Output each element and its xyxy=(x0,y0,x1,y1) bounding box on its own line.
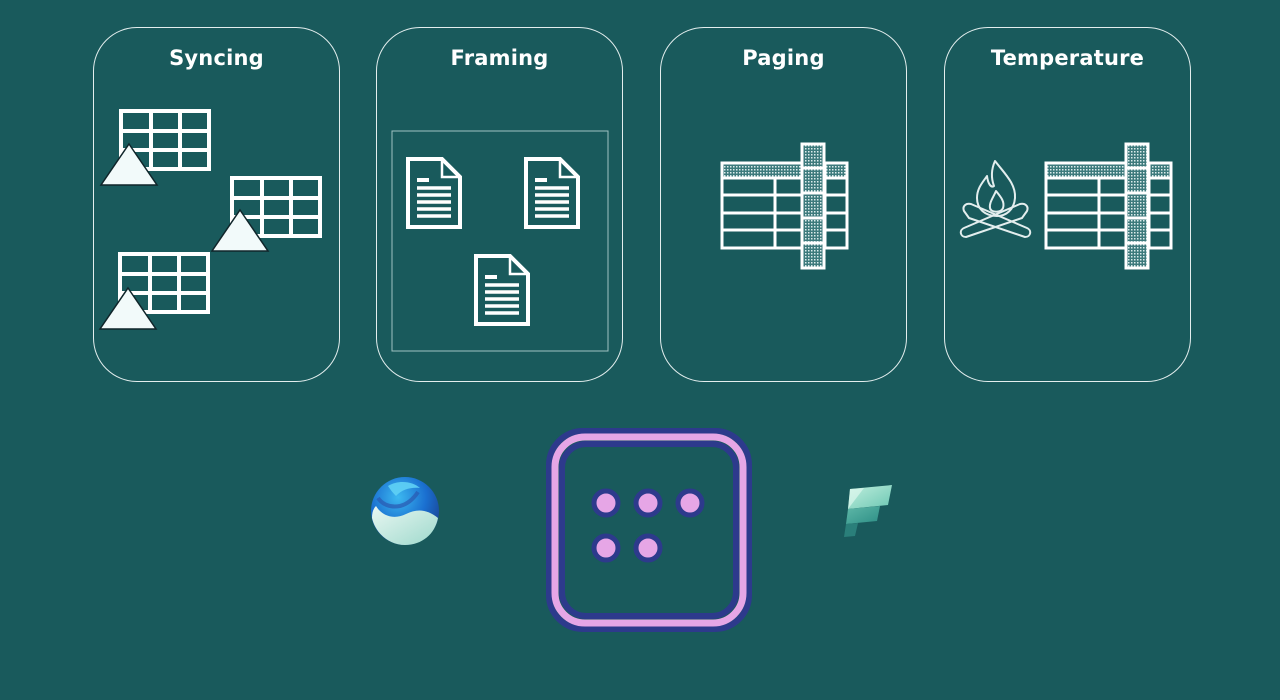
table-columns-icon xyxy=(720,142,849,270)
card-framing: Framing xyxy=(376,27,623,382)
card-temperature: Temperature xyxy=(944,27,1191,382)
table-warning-icon xyxy=(98,109,322,330)
dots-tile-logo-icon xyxy=(546,428,752,632)
document-icon xyxy=(391,130,609,352)
sphere-logo-icon xyxy=(371,477,439,545)
card-syncing: Syncing xyxy=(93,27,340,382)
card-paging: Paging xyxy=(660,27,907,382)
campfire-icon xyxy=(959,142,1173,270)
fabric-logo-icon xyxy=(844,485,892,537)
